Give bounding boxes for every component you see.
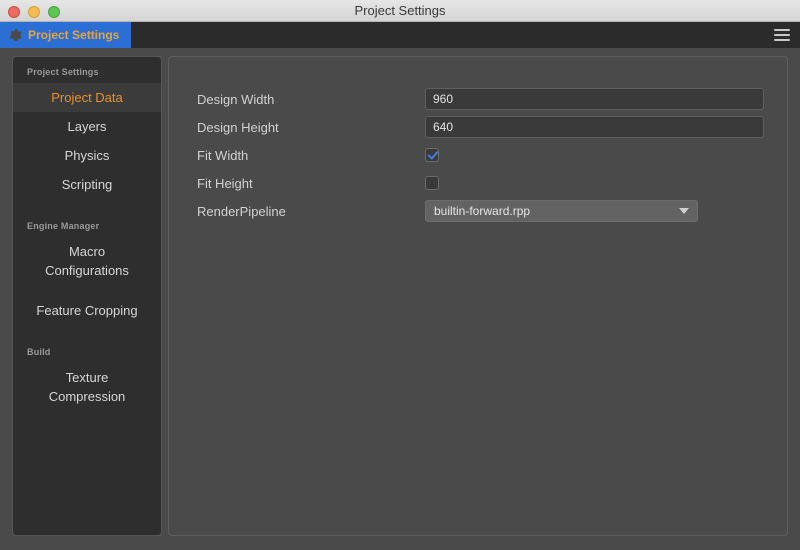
sidebar-item-feature-cropping[interactable]: Feature Cropping — [13, 296, 161, 325]
row-render-pipeline: RenderPipeline builtin-forward.rpp — [197, 197, 769, 225]
row-design-width: Design Width — [197, 85, 769, 113]
label-design-height: Design Height — [197, 119, 279, 135]
row-fit-height: Fit Height — [197, 169, 769, 197]
field-fit-height — [425, 176, 769, 190]
sidebar-item-texture-compression[interactable]: Texture Compression — [13, 363, 161, 411]
window-title: Project Settings — [354, 3, 446, 18]
sidebar-item-project-data[interactable]: Project Data — [13, 83, 161, 112]
hamburger-bar — [774, 39, 790, 41]
sidebar-item-layers[interactable]: Layers — [13, 112, 161, 141]
sidebar-group-header-project-settings: Project Settings — [27, 67, 99, 77]
sidebar-item-physics[interactable]: Physics — [13, 141, 161, 170]
fit-height-checkbox[interactable] — [425, 176, 439, 190]
field-render-pipeline: builtin-forward.rpp — [425, 200, 769, 222]
tab-strip: Project Settings — [0, 22, 800, 48]
design-width-input[interactable] — [425, 88, 764, 110]
project-data-form: Design Width Design Height Fit Width — [197, 85, 769, 225]
hamburger-icon[interactable] — [774, 28, 790, 42]
label-fit-height: Fit Height — [197, 175, 253, 191]
tab-label: Project Settings — [28, 28, 120, 42]
field-design-height — [425, 116, 769, 138]
settings-sidebar: Project Settings Project Data Layers Phy… — [12, 56, 162, 536]
field-design-width — [425, 88, 769, 110]
label-design-width: Design Width — [197, 91, 275, 107]
sidebar-group-header-engine-manager: Engine Manager — [27, 221, 100, 231]
settings-panel: Design Width Design Height Fit Width — [168, 56, 788, 536]
row-design-height: Design Height — [197, 113, 769, 141]
window-content: Project Settings Project Data Layers Phy… — [0, 48, 800, 550]
gear-icon — [8, 28, 22, 42]
window-titlebar: Project Settings — [0, 0, 800, 22]
project-settings-window: Project Settings Project Settings Projec… — [0, 0, 800, 550]
row-fit-width: Fit Width — [197, 141, 769, 169]
sidebar-item-macro-configurations[interactable]: Macro Configurations — [13, 237, 161, 285]
sidebar-group-header-build: Build — [27, 347, 51, 357]
chevron-down-icon — [679, 208, 689, 214]
field-fit-width — [425, 148, 769, 162]
hamburger-bar — [774, 29, 790, 31]
tab-project-settings[interactable]: Project Settings — [0, 22, 132, 48]
render-pipeline-select[interactable]: builtin-forward.rpp — [425, 200, 698, 222]
label-render-pipeline: RenderPipeline — [197, 203, 286, 219]
sidebar-item-scripting[interactable]: Scripting — [13, 170, 161, 199]
label-fit-width: Fit Width — [197, 147, 249, 163]
design-height-input[interactable] — [425, 116, 764, 138]
render-pipeline-value: builtin-forward.rpp — [434, 204, 531, 218]
fit-width-checkbox[interactable] — [425, 148, 439, 162]
hamburger-bar — [774, 34, 790, 36]
